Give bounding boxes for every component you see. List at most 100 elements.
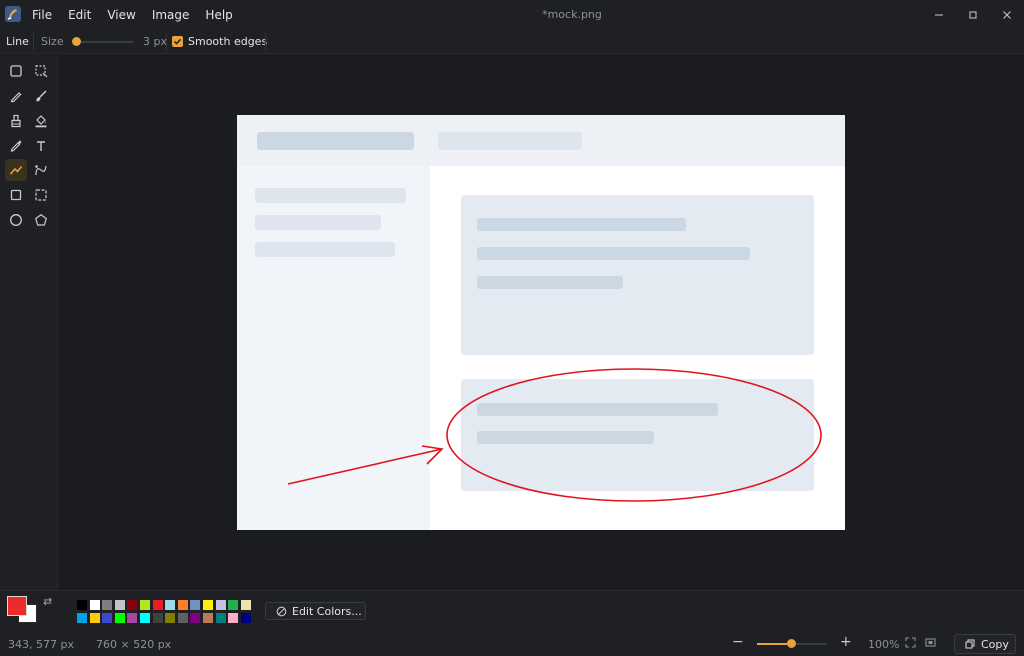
drawing-canvas[interactable] [237,115,845,530]
palette-swatch[interactable] [190,600,201,610]
palette-swatch[interactable] [114,613,125,623]
smooth-edges-checkbox[interactable] [172,36,183,47]
palette-icon [276,606,287,616]
tool-color-picker[interactable] [5,135,27,157]
edit-colors-button[interactable]: Edit Colors... [265,602,366,620]
palette-swatch[interactable] [140,613,150,623]
zoom-out-button[interactable]: − [732,634,744,650]
tool-rectangle[interactable] [5,184,27,206]
palette-swatch[interactable] [228,600,239,610]
palette-swatch[interactable] [177,613,188,623]
fit-to-window-icon [905,637,916,648]
line-icon [9,166,23,175]
fit-to-window-button[interactable] [905,637,916,651]
zoom-slider-fill [757,643,791,645]
polygon-icon [34,214,48,226]
size-slider-thumb[interactable] [72,37,81,46]
palette-swatch[interactable] [190,613,201,623]
checkmark-icon [173,38,182,45]
edit-colors-label: Edit Colors... [292,604,362,618]
size-slider-track[interactable] [74,41,134,43]
copy-icon [965,639,975,649]
document-title: *mock.png [542,8,602,21]
divider [265,33,266,50]
palette-swatch[interactable] [240,613,251,623]
tool-text[interactable] [30,135,52,157]
palette-swatch[interactable] [203,613,213,623]
smooth-edges-label[interactable]: Smooth edges [188,35,267,48]
palette-swatch[interactable] [228,613,239,623]
brush-icon [36,90,47,102]
minimize-button[interactable] [922,0,956,29]
swap-colors-icon[interactable]: ⇄ [43,595,52,608]
maximize-icon [969,11,977,18]
copy-label: Copy [981,637,1009,651]
palette-swatch[interactable] [127,613,138,623]
palette-swatch[interactable] [89,600,100,610]
maximize-button[interactable] [956,0,990,29]
cursor-position: 343, 577 px [8,638,74,651]
palette-swatch[interactable] [215,600,226,610]
palette-swatch[interactable] [203,600,213,610]
mock-image [237,115,845,530]
minimize-icon [935,14,943,15]
palette-swatch[interactable] [140,600,150,610]
palette-swatch[interactable] [127,600,138,610]
palette-swatch[interactable] [177,600,188,610]
tool-brush[interactable] [30,85,52,107]
tool-line[interactable] [5,159,27,181]
zoom-in-button[interactable]: + [840,634,852,650]
divider [33,33,34,50]
palette-swatch[interactable] [152,600,163,610]
curve-icon [35,165,47,176]
palette-swatch[interactable] [114,600,125,610]
palette-swatch[interactable] [102,600,113,610]
ellipse-icon [10,214,22,226]
close-icon [1003,10,1011,19]
tool-eraser[interactable] [5,110,27,132]
palette-swatch[interactable] [89,613,100,623]
palette-swatch[interactable] [102,613,113,623]
rounded-rectangle-icon [35,189,47,201]
actual-size-icon [925,638,936,647]
palette-swatch[interactable] [215,613,226,623]
primary-color-swatch[interactable] [7,596,27,616]
close-button[interactable] [990,0,1024,29]
tool-options-bar: Line Size 3 px Smooth edges [0,29,1024,54]
text-icon [37,141,45,151]
eraser-icon [11,114,21,128]
tool-rectangle-select[interactable] [5,60,27,82]
tool-free-select[interactable] [30,60,52,82]
palette-swatch[interactable] [240,600,251,610]
current-tool-name: Line [6,35,29,48]
palette-swatch[interactable] [165,613,176,623]
tool-pencil[interactable] [5,85,27,107]
tool-curve[interactable] [30,159,52,181]
free-select-icon [35,65,48,78]
size-label: Size [41,35,64,48]
rectangle-icon [10,189,22,201]
palette-swatch[interactable] [77,600,87,610]
tool-rounded-rectangle[interactable] [30,184,52,206]
zoom-slider-thumb[interactable] [787,639,796,648]
actual-size-button[interactable] [925,637,936,651]
image-size: 760 × 520 px [96,638,172,651]
tool-ellipse[interactable] [5,209,27,231]
color-palette-bar [0,590,1024,631]
tool-fill-bucket[interactable] [30,110,52,132]
color-picker-icon [10,140,22,152]
status-bar: 343, 577 px 760 × 520 px − + 100% [0,631,1024,656]
palette-swatch[interactable] [152,613,163,623]
tool-palette [0,55,58,590]
pencil-icon [10,92,22,103]
palette-swatch[interactable] [165,600,176,610]
copy-button[interactable]: Copy [954,634,1016,654]
window-controls [922,0,1024,29]
divider [166,33,167,50]
palette-swatch[interactable] [77,613,87,623]
tool-polygon[interactable] [30,209,52,231]
zoom-value: 100% [868,638,900,651]
title-bar: File Edit View Image Help *mock.png [0,0,1024,29]
fill-bucket-icon [35,115,47,128]
size-value: 3 px [143,35,167,48]
